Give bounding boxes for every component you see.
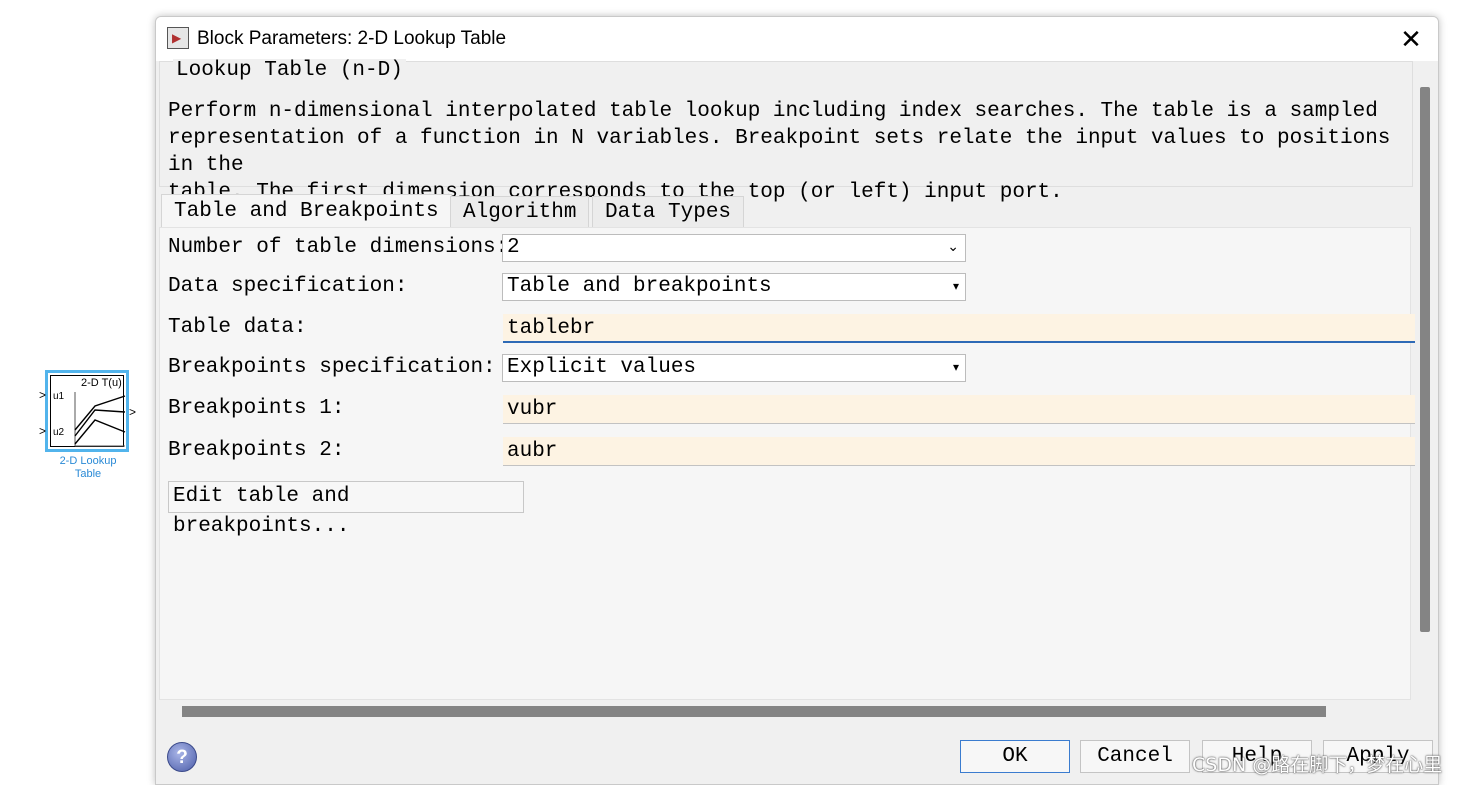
breakpoints-specification-value: Explicit values [507,356,697,379]
block-caption-line1: 2-D Lookup [59,455,117,467]
chevron-down-icon: ⌄ [947,240,959,256]
title-bar[interactable]: ▶ Block Parameters: 2-D Lookup Table ✕ [156,17,1438,61]
table-data-field[interactable]: tablebr [503,314,1415,343]
horizontal-scrollbar[interactable] [182,706,1326,717]
block-body: 2-D T(u) u1 u2 [50,375,126,447]
help-icon[interactable]: ? [167,742,197,772]
lookup-plot-icon [74,392,126,447]
close-button[interactable]: ✕ [1396,24,1426,54]
data-specification-value: Table and breakpoints [507,275,772,298]
description-group: Lookup Table (n-D) Perform n-dimensional… [159,59,1413,204]
ok-button[interactable]: OK [960,740,1070,773]
table-and-breakpoints-panel: Number of table dimensions: 2 ⌄ Data spe… [159,227,1415,700]
lookup-table-block[interactable]: 2-D T(u) u1 u2 [45,370,129,452]
block-title: 2-D T(u) [81,377,122,389]
tab-table-and-breakpoints[interactable]: Table and Breakpoints [161,194,452,228]
input-port-2-icon[interactable]: > [39,425,46,437]
dropdown-arrow-icon: ▾ [952,280,959,294]
block-caption[interactable]: 2-D Lookup Table [40,455,136,481]
num-dimensions-value: 2 [507,236,520,259]
dialog-title: Block Parameters: 2-D Lookup Table [197,28,507,49]
breakpoints-2-field[interactable]: aubr [503,437,1415,466]
breakpoints-1-field[interactable]: vubr [503,395,1415,424]
tab-data-types[interactable]: Data Types [592,196,745,228]
breakpoints-specification-label: Breakpoints specification: [168,356,496,379]
watermark: CSDN @路在脚下，梦在心里 [1192,754,1443,776]
input-port-1-icon[interactable]: > [39,389,46,401]
tab-algorithm[interactable]: Algorithm [450,196,590,228]
breakpoints-1-label: Breakpoints 1: [168,397,345,420]
num-dimensions-label: Number of table dimensions: [168,236,509,259]
block-description: Perform n-dimensional interpolated table… [168,100,1391,204]
block-parameters-dialog: ▶ Block Parameters: 2-D Lookup Table ✕ L… [155,16,1439,785]
dropdown-arrow-icon: ▾ [952,361,959,375]
data-specification-dropdown[interactable]: Table and breakpoints ▾ [502,273,966,301]
num-dimensions-dropdown[interactable]: 2 ⌄ [502,234,966,262]
output-port-icon[interactable]: > [129,406,136,418]
breakpoints-specification-dropdown[interactable]: Explicit values ▾ [502,354,966,382]
table-data-label: Table data: [168,316,307,339]
data-specification-label: Data specification: [168,275,408,298]
port-label-u1: u1 [53,391,65,402]
breakpoints-2-label: Breakpoints 2: [168,439,345,462]
simulink-block-icon: ▶ [167,27,189,49]
block-caption-line2: Table [74,468,102,480]
cancel-button[interactable]: Cancel [1080,740,1190,773]
vertical-scrollbar[interactable] [1420,87,1430,632]
port-label-u2: u2 [53,427,65,438]
group-title: Lookup Table (n-D) [173,59,406,82]
edit-table-button[interactable]: Edit table and breakpoints... [168,481,524,538]
